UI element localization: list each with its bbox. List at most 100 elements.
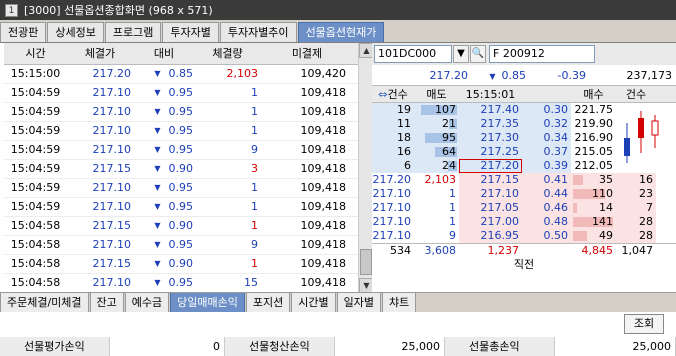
table-row[interactable]: 15:04:59 217.10 ▼ 0.95 1 109,418 (4, 84, 370, 103)
scroll-thumb[interactable] (360, 249, 372, 275)
trade-price: 217.10 (92, 143, 132, 156)
table-row[interactable]: 15:04:59 217.10 ▼ 0.95 1 109,418 (4, 122, 370, 141)
trade-list-header: 시간 체결가 대비 체결량 미결제 (4, 43, 370, 65)
main-panel: 시간 체결가 대비 체결량 미결제 15:15:00 217.20 ▼ 0.85 2,1… (0, 42, 676, 293)
table-row[interactable]: 15:04:59 217.10 ▼ 0.95 1 109,418 (4, 198, 370, 217)
side-price: 219.90 (574, 117, 614, 130)
trade-open-interest: 109,418 (300, 105, 347, 118)
table-row[interactable]: 15:04:58 217.10 ▼ 0.95 15 109,418 (4, 274, 370, 293)
table-row[interactable]: 15:04:58 217.15 ▼ 0.90 1 109,418 (4, 217, 370, 236)
ask-price[interactable]: 217.35 (459, 117, 522, 131)
table-row[interactable]: 15:04:59 217.10 ▼ 0.95 9 109,418 (4, 141, 370, 160)
tab-investor-trend[interactable]: 투자자별추이 (219, 22, 297, 42)
title-bar: 1 [3000] 선물옵션종합화면 (968 x 571) (0, 0, 676, 20)
bid-row[interactable]: 217.20 2,103 217.15 0.41 35 16 (372, 173, 676, 187)
quote-search-bar: 101DC000 ▼ 🔍 F 200912 (372, 43, 676, 65)
ask-qty: 95 (414, 131, 459, 145)
tab-hourly[interactable]: 시간별 (291, 293, 336, 313)
trade-time: 15:04:59 (10, 124, 61, 137)
bid-qty-bar (573, 203, 577, 213)
down-arrow-icon: ▼ (154, 240, 161, 249)
bid-price[interactable]: 217.00 (459, 215, 522, 229)
bid-pct: 0.46 (522, 201, 571, 215)
ask-price[interactable]: 217.25 (459, 145, 522, 159)
tab-board[interactable]: 전광판 (0, 22, 47, 42)
table-row[interactable]: 15:04:58 217.15 ▼ 0.90 1 109,418 (4, 255, 370, 274)
bid-price[interactable]: 217.10 (459, 187, 522, 201)
trade-volume: 1 (251, 124, 258, 137)
bid-row[interactable]: 217.10 1 217.00 0.48 141 28 (372, 215, 676, 229)
bid-row[interactable]: 217.10 1 217.10 0.44 110 23 (372, 187, 676, 201)
recent-qty: 2,103 (424, 173, 457, 186)
tab-program[interactable]: 프로그램 (104, 22, 162, 42)
bid-row[interactable]: 217.10 1 217.05 0.46 14 7 (372, 201, 676, 215)
down-arrow-icon: ▼ (154, 88, 161, 97)
trade-volume: 1 (251, 219, 258, 232)
ob-col-sell: 매도 (426, 88, 447, 101)
bid-count: 16 (616, 173, 656, 187)
bid-row[interactable]: 217.10 9 216.95 0.50 49 28 (372, 229, 676, 243)
down-arrow-icon: ▼ (489, 71, 496, 81)
trade-diff: ▼ 0.90 (133, 160, 195, 178)
bid-price[interactable]: 217.15 (459, 173, 522, 187)
table-row[interactable]: 15:04:59 217.10 ▼ 0.95 1 109,418 (4, 179, 370, 198)
trade-time: 15:04:59 (10, 200, 61, 213)
ask-count: 18 (372, 131, 414, 145)
tab-investor[interactable]: 투자자별 (162, 22, 219, 42)
trade-price: 217.10 (92, 238, 132, 251)
total-sell-qty: 3,608 (424, 244, 457, 257)
window-icon[interactable]: 1 (5, 3, 18, 17)
ask-pct: 0.37 (522, 145, 571, 159)
tab-current-price[interactable]: 선물옵션현재가 (297, 22, 385, 42)
candle-body (651, 120, 659, 136)
search-icon[interactable]: 🔍 (470, 45, 486, 63)
dropdown-icon[interactable]: ▼ (453, 45, 469, 63)
tab-orders[interactable]: 주문체결/미체결 (0, 293, 89, 313)
table-row[interactable]: 15:04:59 217.10 ▼ 0.95 1 109,418 (4, 103, 370, 122)
trade-volume: 9 (251, 143, 258, 156)
tab-detail[interactable]: 상세정보 (47, 22, 104, 42)
table-row[interactable]: 15:15:00 217.20 ▼ 0.85 2,103 109,420 (4, 65, 370, 84)
trade-diff: ▼ 0.95 (133, 84, 195, 102)
side-price: 215.05 (574, 145, 614, 158)
trade-diff: ▼ 0.95 (133, 103, 195, 121)
trade-time: 15:04:58 (10, 257, 61, 270)
refresh-button[interactable]: 조회 (624, 314, 664, 334)
bid-price[interactable]: 217.05 (459, 201, 522, 215)
candle-body (638, 118, 644, 138)
trade-open-interest: 109,418 (300, 219, 347, 232)
table-row[interactable]: 15:04:58 217.10 ▼ 0.95 9 109,418 (4, 236, 370, 255)
ask-price[interactable]: 217.40 (459, 103, 522, 117)
trade-volume: 3 (251, 162, 258, 175)
bid-price[interactable]: 216.95 (459, 229, 522, 243)
down-arrow-icon: ▼ (154, 126, 161, 135)
trade-list: 시간 체결가 대비 체결량 미결제 15:15:00 217.20 ▼ 0.85 2,1… (4, 43, 374, 293)
down-arrow-icon: ▼ (154, 259, 161, 268)
total-pnl-label: 선물총손익 (445, 337, 555, 356)
down-arrow-icon: ▼ (154, 145, 161, 154)
trade-time: 15:04:59 (10, 143, 61, 156)
ask-price[interactable]: 217.30 (459, 131, 522, 145)
ask-count: 19 (372, 103, 414, 117)
trade-volume: 9 (251, 238, 258, 251)
trade-price: 217.20 (92, 67, 132, 80)
tab-deposit[interactable]: 예수금 (124, 293, 170, 313)
trade-time: 15:04:58 (10, 219, 61, 232)
tab-daily-pnl[interactable]: 당일매매손익 (170, 293, 245, 313)
table-row[interactable]: 15:04:59 217.15 ▼ 0.90 3 109,418 (4, 160, 370, 179)
ask-price[interactable]: 217.20 (459, 159, 522, 173)
tab-daily[interactable]: 일자별 (336, 293, 382, 313)
trade-diff: ▼ 0.95 (133, 274, 195, 292)
ask-qty: 64 (414, 145, 459, 159)
ob-col-buy: 매수 (583, 88, 604, 101)
col-open-interest: 미결제 (291, 47, 323, 60)
bid-qty: 35 (571, 173, 616, 187)
trade-scrollbar[interactable]: ▲ ▼ (358, 43, 374, 293)
recent-qty: 9 (449, 229, 456, 242)
tab-balance[interactable]: 잔고 (89, 293, 124, 313)
tab-chart[interactable]: 챠트 (382, 293, 417, 313)
code-input[interactable]: 101DC000 (374, 45, 452, 63)
down-arrow-icon: ▼ (154, 202, 161, 211)
tab-position[interactable]: 포지션 (245, 293, 291, 313)
trade-volume: 2,103 (226, 67, 259, 80)
